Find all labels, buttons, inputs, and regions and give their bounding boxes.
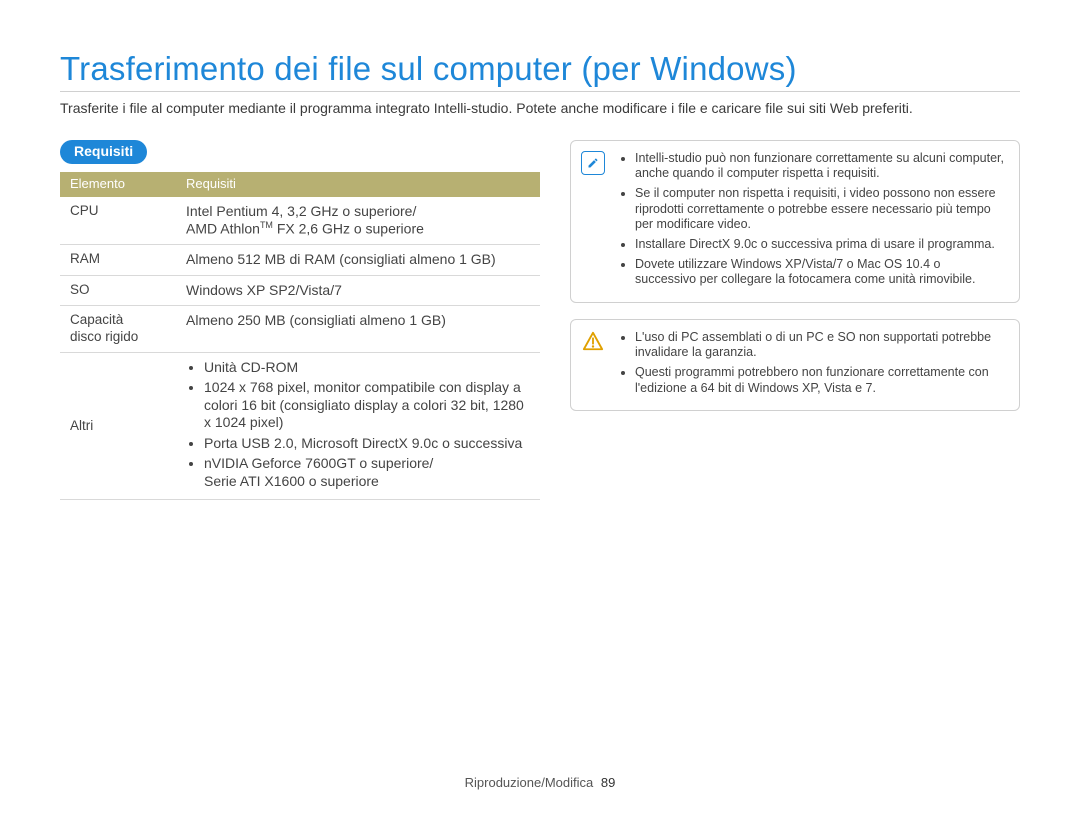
- tm-superscript: TM: [260, 220, 273, 230]
- cell-label-cpu: CPU: [60, 197, 176, 245]
- list-item: Unità CD-ROM: [204, 359, 530, 377]
- cpu-line2-post: FX 2,6 GHz o superiore: [273, 221, 424, 237]
- cell-label-hdd: Capacità disco rigido: [60, 306, 176, 353]
- list-item: Dovete utilizzare Windows XP/Vista/7 o M…: [635, 257, 1005, 288]
- list-item: Se il computer non rispetta i requisiti,…: [635, 186, 1005, 233]
- footer-section: Riproduzione/Modifica: [465, 775, 594, 790]
- page: Trasferimento dei file sul computer (per…: [0, 0, 1080, 815]
- triangle-warning-icon: [582, 329, 604, 353]
- table-row: Capacità disco rigido Almeno 250 MB (con…: [60, 306, 540, 353]
- table-row: Altri Unità CD-ROM 1024 x 768 pixel, mon…: [60, 352, 540, 500]
- table-row: RAM Almeno 512 MB di RAM (consigliati al…: [60, 245, 540, 276]
- list-item: Questi programmi potrebbero non funziona…: [635, 365, 1005, 396]
- table-header-row: Elemento Requisiti: [60, 172, 540, 196]
- info-note-box: Intelli-studio può non funzionare corret…: [570, 140, 1020, 303]
- list-item: nVIDIA Geforce 7600GT o superiore/ Serie…: [204, 455, 530, 490]
- cell-value-altri: Unità CD-ROM 1024 x 768 pixel, monitor c…: [176, 352, 540, 500]
- hdd-label-l2: disco rigido: [70, 329, 138, 344]
- warning-icon-wrap: [581, 330, 605, 401]
- list-item: L'uso di PC assemblati o di un PC e SO n…: [635, 330, 1005, 361]
- info-icon-wrap: [581, 151, 605, 292]
- cell-value-hdd: Almeno 250 MB (consigliati almeno 1 GB): [176, 306, 540, 353]
- table-row: CPU Intel Pentium 4, 3,2 GHz o superiore…: [60, 197, 540, 245]
- table-row: SO Windows XP SP2/Vista/7: [60, 275, 540, 306]
- cell-label-so: SO: [60, 275, 176, 306]
- left-column: Requisiti Elemento Requisiti CPU Intel P…: [60, 140, 540, 501]
- list-item: Porta USB 2.0, Microsoft DirectX 9.0c o …: [204, 435, 530, 453]
- section-pill-requisiti: Requisiti: [60, 140, 147, 165]
- warning-notes-list: L'uso di PC assemblati o di un PC e SO n…: [617, 330, 1005, 401]
- intro-text: Trasferite i file al computer mediante i…: [60, 100, 1020, 118]
- info-notes-list: Intelli-studio può non funzionare corret…: [617, 151, 1005, 292]
- list-item: Intelli-studio può non funzionare corret…: [635, 151, 1005, 182]
- cpu-line1: Intel Pentium 4, 3,2 GHz o superiore/: [186, 203, 416, 219]
- altri-list: Unità CD-ROM 1024 x 768 pixel, monitor c…: [186, 359, 530, 491]
- list-item: Installare DirectX 9.0c o successiva pri…: [635, 237, 1005, 253]
- page-title: Trasferimento dei file sul computer (per…: [60, 48, 1020, 89]
- table-header-elemento: Elemento: [60, 172, 176, 196]
- right-column: Intelli-studio può non funzionare corret…: [570, 140, 1020, 501]
- table-header-requisiti: Requisiti: [176, 172, 540, 196]
- cell-label-ram: RAM: [60, 245, 176, 276]
- footer-page-number: 89: [601, 775, 615, 790]
- pencil-icon: [587, 157, 599, 169]
- warning-icon: [582, 330, 604, 352]
- list-item: 1024 x 768 pixel, monitor compatibile co…: [204, 379, 530, 432]
- requirements-table: Elemento Requisiti CPU Intel Pentium 4, …: [60, 172, 540, 500]
- hdd-label-l1: Capacità: [70, 312, 123, 327]
- cell-value-so: Windows XP SP2/Vista/7: [176, 275, 540, 306]
- altri-item-3-l2: Serie ATI X1600 o superiore: [204, 473, 379, 489]
- page-footer: Riproduzione/Modifica 89: [0, 775, 1080, 791]
- note-icon: [581, 151, 605, 175]
- altri-item-3-l1: nVIDIA Geforce 7600GT o superiore/: [204, 455, 433, 471]
- cell-value-cpu: Intel Pentium 4, 3,2 GHz o superiore/ AM…: [176, 197, 540, 245]
- cpu-line2-pre: AMD Athlon: [186, 221, 260, 237]
- content-columns: Requisiti Elemento Requisiti CPU Intel P…: [60, 140, 1020, 501]
- cell-label-altri: Altri: [60, 352, 176, 500]
- warning-note-box: L'uso di PC assemblati o di un PC e SO n…: [570, 319, 1020, 412]
- title-block: Trasferimento dei file sul computer (per…: [60, 48, 1020, 92]
- cell-value-ram: Almeno 512 MB di RAM (consigliati almeno…: [176, 245, 540, 276]
